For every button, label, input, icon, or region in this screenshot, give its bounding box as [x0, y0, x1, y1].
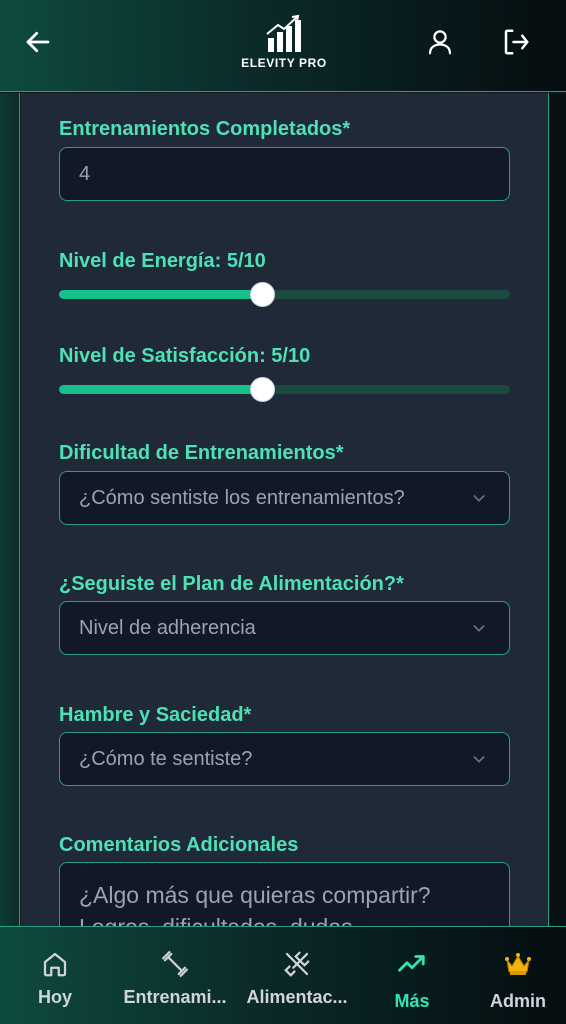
utensils-icon — [284, 951, 310, 977]
logout-button[interactable] — [494, 20, 538, 64]
arrow-left-icon — [26, 31, 50, 53]
logout-icon — [504, 29, 529, 55]
logo-text: ELEVITY PRO — [241, 56, 327, 70]
slider-fill — [59, 385, 262, 394]
hunger-satiety-select[interactable]: ¿Cómo te sentiste? — [59, 732, 510, 786]
meal-plan-select[interactable]: Nivel de adherencia — [59, 601, 510, 655]
comments-textarea[interactable]: ¿Algo más que quieras compartir? Logros,… — [59, 862, 510, 926]
bottom-navigation: Hoy Entrenami... Alimentac... Más Admin — [0, 926, 566, 1024]
slider-thumb[interactable] — [250, 282, 275, 307]
user-icon — [428, 30, 452, 55]
slider-fill — [59, 290, 262, 299]
crown-icon — [505, 953, 531, 975]
nav-label: Más — [394, 991, 430, 1011]
workouts-completed-value: 4 — [79, 162, 91, 185]
workout-difficulty-select[interactable]: ¿Cómo sentiste los entrenamientos? — [59, 471, 510, 525]
dumbbell-icon — [162, 951, 188, 977]
energy-level-slider[interactable] — [59, 280, 510, 308]
chevron-down-icon — [473, 756, 485, 763]
comments-placeholder: ¿Algo más que quieras compartir? Logros,… — [79, 882, 431, 926]
chevron-down-icon — [473, 495, 485, 502]
nav-label: Entrenami... — [123, 987, 227, 1007]
nav-label: Alimentac... — [246, 987, 348, 1007]
chevron-down-icon — [473, 625, 485, 632]
nav-label: Admin — [490, 991, 546, 1011]
trending-up-icon — [398, 955, 425, 972]
nav-item-admin[interactable]: Admin — [470, 927, 566, 1024]
workout-difficulty-label: Dificultad de Entrenamientos* — [59, 442, 344, 464]
comments-label: Comentarios Adicionales — [59, 834, 299, 856]
app-header: ELEVITY PRO — [0, 0, 566, 92]
hunger-satiety-label: Hambre y Saciedad* — [59, 704, 252, 726]
nav-item-mas[interactable]: Más — [360, 927, 464, 1024]
nav-item-alimentacion[interactable]: Alimentac... — [238, 927, 356, 1024]
hunger-satiety-placeholder: ¿Cómo te sentiste? — [79, 747, 253, 770]
meal-plan-placeholder: Nivel de adherencia — [79, 616, 256, 639]
workouts-completed-input[interactable]: 4 — [59, 147, 510, 201]
checkin-form: Entrenamientos Completados* 4 Nivel de E… — [21, 93, 548, 926]
app-logo: ELEVITY PRO — [228, 14, 340, 76]
energy-level-label: Nivel de Energía: 5/10 — [59, 250, 266, 272]
satisfaction-level-label: Nivel de Satisfacción: 5/10 — [59, 345, 311, 367]
nav-item-entrenamientos[interactable]: Entrenami... — [114, 927, 236, 1024]
nav-label: Hoy — [37, 987, 72, 1007]
bar-chart-logo-icon — [266, 14, 301, 52]
home-icon — [43, 952, 67, 977]
nav-item-hoy[interactable]: Hoy — [0, 927, 110, 1024]
left-side-panel — [0, 93, 20, 926]
meal-plan-label: ¿Seguiste el Plan de Alimentación?* — [59, 573, 404, 595]
right-side-panel — [548, 93, 566, 926]
satisfaction-level-slider[interactable] — [59, 375, 510, 403]
workout-difficulty-placeholder: ¿Cómo sentiste los entrenamientos? — [79, 486, 405, 509]
workouts-completed-label: Entrenamientos Completados* — [59, 118, 351, 140]
slider-thumb[interactable] — [250, 377, 275, 402]
profile-button[interactable] — [418, 20, 462, 64]
back-button[interactable] — [16, 20, 60, 64]
